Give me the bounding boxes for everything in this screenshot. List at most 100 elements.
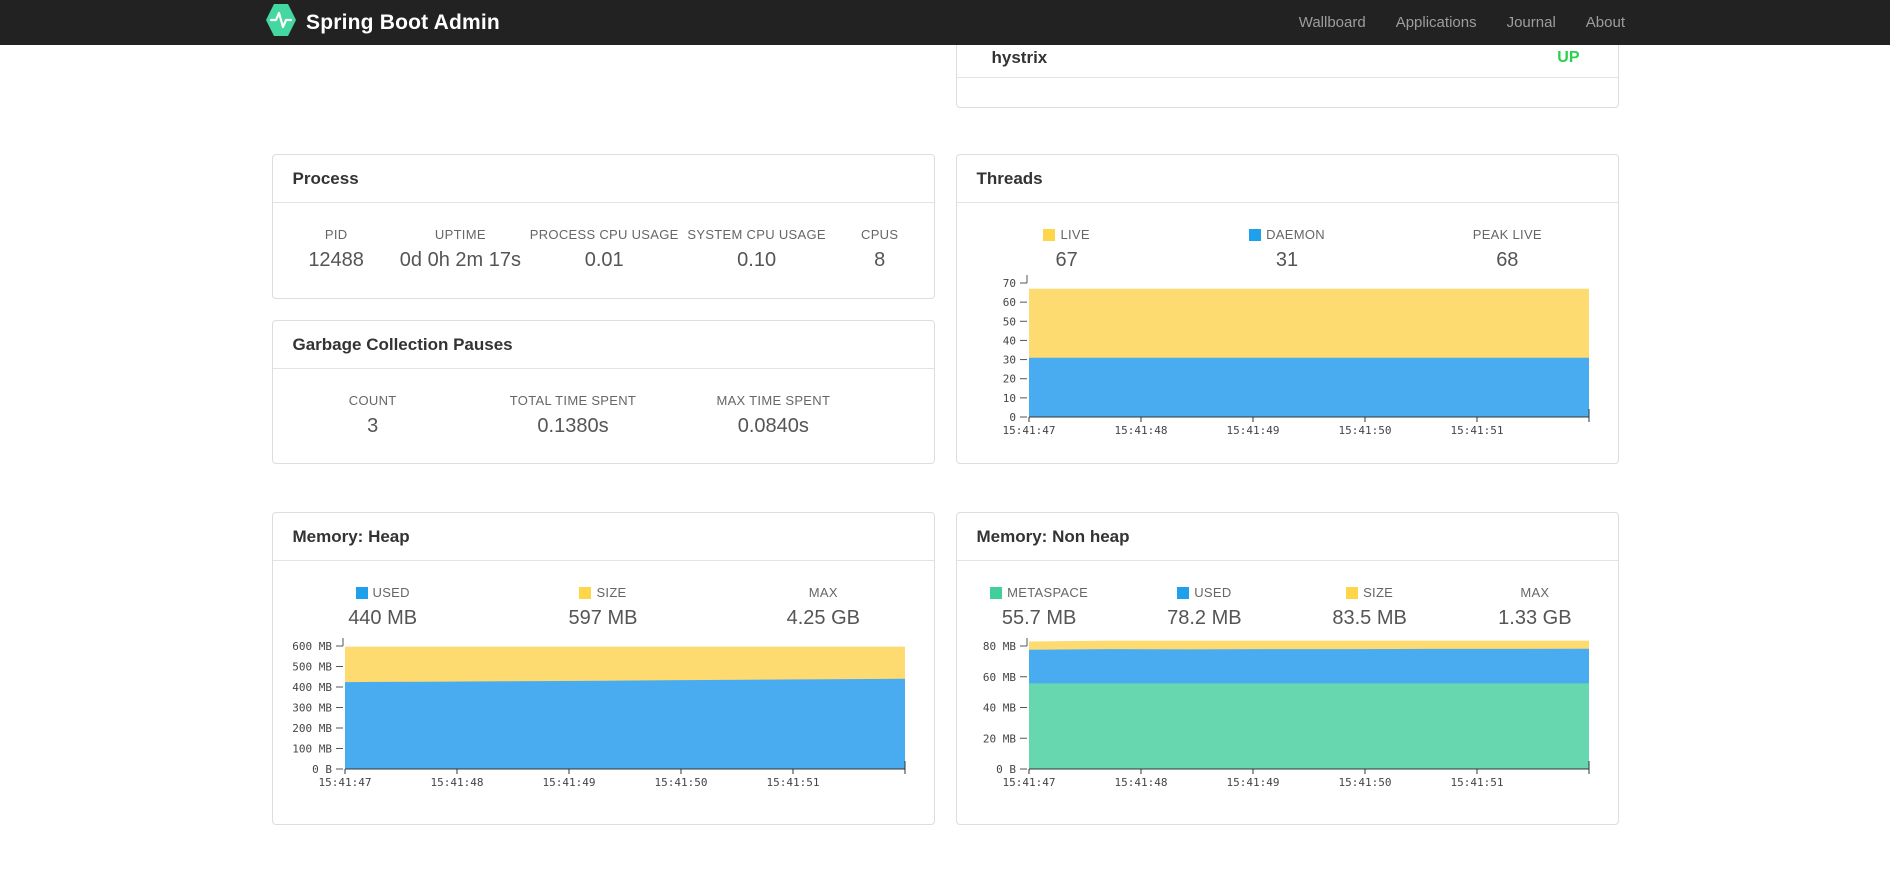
stat-threads-daemon-label: DAEMON [1249, 227, 1325, 242]
svg-text:15:41:47: 15:41:47 [1002, 776, 1055, 789]
stat-cpus-label: CPUS [861, 227, 899, 242]
daemon-legend-swatch-icon [1249, 228, 1262, 241]
memory-nonheap-card: Memory: Non heap METASPACE 55.7 MB USED … [955, 512, 1619, 825]
nav-item-wallboard[interactable]: Wallboard [1299, 14, 1366, 31]
threads-card-header: Threads [956, 155, 1618, 203]
svg-text:80 MB: 80 MB [982, 640, 1015, 653]
metaspace-legend-swatch-icon [990, 586, 1003, 599]
stat-heap-used-value: 440 MB [348, 607, 418, 629]
stat-nonheap-size-value: 83.5 MB [1332, 607, 1407, 629]
stat-heap-max-label: MAX [808, 585, 838, 600]
svg-text:300 MB: 300 MB [292, 702, 332, 715]
live-legend-swatch-icon [1043, 228, 1056, 241]
heap-size-legend-swatch-icon [579, 586, 592, 599]
svg-text:10: 10 [1002, 392, 1015, 405]
nonheap-card-header: Memory: Non heap [956, 513, 1618, 561]
stat-uptime-label: UPTIME [434, 227, 486, 242]
svg-text:20 MB: 20 MB [982, 732, 1015, 745]
svg-text:15:41:48: 15:41:48 [1114, 424, 1167, 437]
service-name: hystrix [991, 47, 1048, 67]
process-card-title: Process [292, 169, 359, 188]
svg-text:20: 20 [1002, 373, 1015, 386]
nonheap-card-title: Memory: Non heap [976, 527, 1130, 546]
nav-item-journal[interactable]: Journal [1507, 14, 1556, 31]
brand[interactable]: Spring Boot Admin [265, 3, 500, 42]
spring-boot-admin-logo-icon [265, 3, 297, 42]
stat-uptime: UPTIME 0d 0h 2m 17s [400, 227, 521, 272]
nav-links: Wallboard Applications Journal About [1299, 14, 1625, 31]
stat-cpus: CPUS 8 [826, 227, 934, 272]
nonheap-size-legend-swatch-icon [1346, 586, 1359, 599]
svg-text:200 MB: 200 MB [292, 722, 332, 735]
svg-text:400 MB: 400 MB [292, 681, 332, 694]
stat-threads-live-value: 67 [1055, 249, 1078, 271]
brand-title: Spring Boot Admin [306, 10, 500, 34]
stat-system-cpu: SYSTEM CPU USAGE 0.10 [687, 227, 825, 272]
stat-nonheap-metaspace: METASPACE 55.7 MB [957, 585, 1122, 630]
process-card-header: Process [272, 155, 934, 203]
stat-heap-max: MAX 4.25 GB [713, 585, 933, 630]
stat-nonheap-used: USED 78.2 MB [1122, 585, 1287, 630]
stat-heap-size: SIZE 597 MB [493, 585, 713, 630]
stat-pid-label: PID [324, 227, 348, 242]
stat-heap-max-value: 4.25 GB [786, 607, 861, 629]
stat-gc-max-time: MAX TIME SPENT 0.0840s [673, 393, 873, 438]
stat-nonheap-used-value: 78.2 MB [1167, 607, 1242, 629]
memory-heap-card: Memory: Heap USED 440 MB SIZE 597 MB MAX… [271, 512, 935, 825]
stat-heap-used: USED 440 MB [273, 585, 493, 630]
stat-process-cpu-label: PROCESS CPU USAGE [529, 227, 679, 242]
nav-item-applications[interactable]: Applications [1396, 14, 1477, 31]
svg-text:15:41:51: 15:41:51 [766, 776, 819, 789]
stat-gc-count: COUNT 3 [273, 393, 473, 438]
stat-gc-total-time: TOTAL TIME SPENT 0.1380s [473, 393, 673, 438]
gc-card-title: Garbage Collection Pauses [292, 335, 513, 354]
svg-text:15:41:49: 15:41:49 [1226, 776, 1279, 789]
threads-chart: 15:41:47 15:41:48 15:41:49 15:41:50 15:41:51… [957, 275, 1618, 450]
stat-threads-daemon-value: 31 [1275, 249, 1299, 271]
svg-text:0: 0 [1009, 411, 1016, 424]
stat-heap-size-label: SIZE [579, 585, 626, 600]
svg-text:15:41:51: 15:41:51 [1450, 424, 1503, 437]
svg-text:50: 50 [1002, 315, 1015, 328]
heap-legend: USED 440 MB SIZE 597 MB MAX 4.25 GB [273, 585, 934, 630]
svg-text:0 B: 0 B [312, 763, 332, 776]
stat-gc-total-time-value: 0.1380s [537, 415, 609, 437]
threads-legend: LIVE 67 DAEMON 31 PEAK LIVE 68 [957, 227, 1618, 272]
stat-cpus-value: 8 [874, 249, 886, 271]
stat-nonheap-used-label: USED [1177, 585, 1231, 600]
svg-text:15:41:49: 15:41:49 [542, 776, 595, 789]
svg-text:40: 40 [1002, 334, 1015, 347]
stat-uptime-value: 0d 0h 2m 17s [399, 249, 521, 271]
heap-used-legend-swatch-icon [355, 586, 368, 599]
stat-nonheap-metaspace-value: 55.7 MB [1001, 607, 1077, 629]
stat-system-cpu-value: 0.10 [737, 249, 777, 271]
svg-text:15:41:50: 15:41:50 [1338, 424, 1391, 437]
stat-gc-max-time-value: 0.0840s [737, 415, 809, 437]
process-stats: PID 12488 UPTIME 0d 0h 2m 17s PROCESS CP… [273, 227, 934, 272]
stat-gc-total-time-label: TOTAL TIME SPENT [509, 393, 637, 408]
nav-item-about[interactable]: About [1586, 14, 1625, 31]
gc-pauses-card: Garbage Collection Pauses COUNT 3 TOTAL … [271, 320, 935, 464]
stat-nonheap-max-label: MAX [1520, 585, 1550, 600]
svg-text:15:41:47: 15:41:47 [1002, 424, 1055, 437]
stat-threads-peak-value: 68 [1496, 249, 1519, 271]
stat-heap-used-label: USED [355, 585, 410, 600]
stat-heap-size-value: 597 MB [568, 607, 638, 629]
stat-nonheap-max-value: 1.33 GB [1498, 607, 1572, 629]
stat-nonheap-max: MAX 1.33 GB [1452, 585, 1617, 630]
stat-process-cpu: PROCESS CPU USAGE 0.01 [521, 227, 687, 272]
svg-text:30: 30 [1002, 354, 1015, 367]
stat-nonheap-size: SIZE 83.5 MB [1287, 585, 1452, 630]
svg-text:500 MB: 500 MB [292, 661, 332, 674]
svg-text:15:41:50: 15:41:50 [1338, 776, 1391, 789]
svg-text:15:41:49: 15:41:49 [1226, 424, 1279, 437]
nonheap-chart: 15:41:47 15:41:48 15:41:49 15:41:50 15:41:51… [957, 633, 1618, 803]
svg-text:60 MB: 60 MB [982, 671, 1015, 684]
svg-text:600 MB: 600 MB [292, 640, 332, 653]
stat-threads-live: LIVE 67 [957, 227, 1177, 272]
stat-process-cpu-value: 0.01 [584, 249, 624, 271]
stat-nonheap-metaspace-label: METASPACE [990, 585, 1088, 600]
nonheap-used-legend-swatch-icon [1177, 586, 1190, 599]
stat-gc-max-time-label: MAX TIME SPENT [716, 393, 831, 408]
svg-text:15:41:48: 15:41:48 [430, 776, 483, 789]
